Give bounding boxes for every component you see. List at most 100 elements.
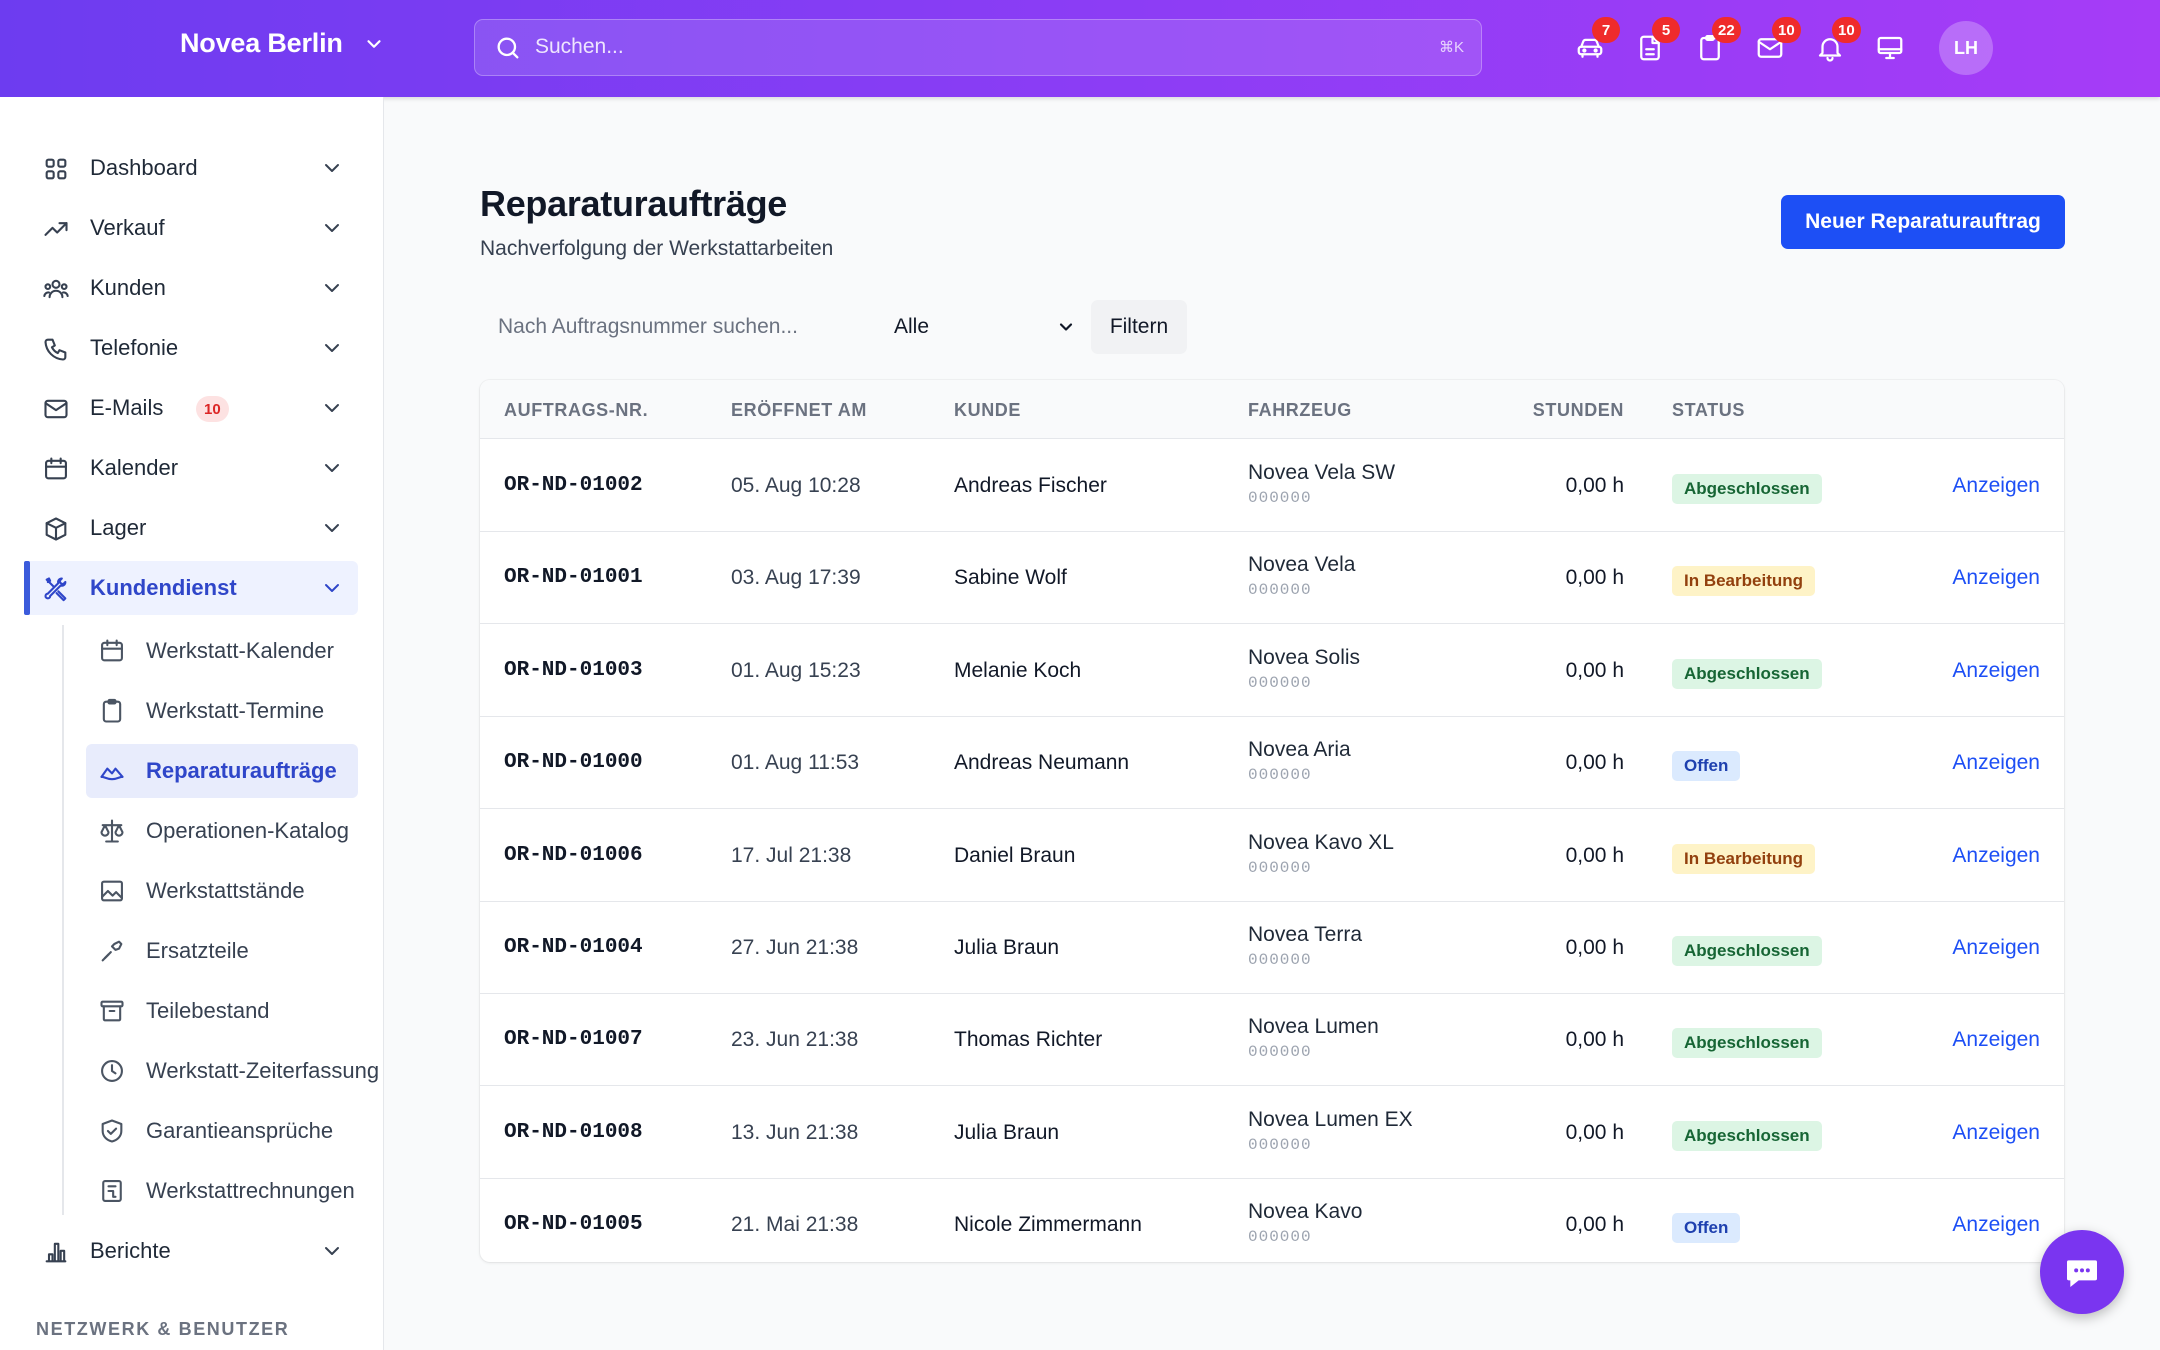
sidebar-subitem-ersatzteile[interactable]: Ersatzteile [86,924,358,978]
sidebar-subitem-label: Werkstatt-Zeiterfassung [146,1058,380,1083]
sidebar-subitem-label: Ersatzteile [146,938,249,963]
scale-icon [98,817,126,845]
car-repair-icon [98,757,126,785]
chevron-down-icon [325,164,339,172]
image-icon [98,877,126,905]
documents-button[interactable]: 5 [1630,17,1680,68]
sidebar-item-kalender[interactable]: Kalender [24,441,358,495]
sidebar-subitem-werkstatt-termine[interactable]: Werkstatt-Termine [86,684,358,738]
chevron-down-icon [367,39,381,48]
calendar-icon [42,455,70,483]
user-avatar[interactable]: LH [1939,21,1993,75]
customer-name: Thomas Richter [954,1028,1103,1052]
view-link[interactable]: Anzeigen [1952,844,2040,868]
brand-switcher[interactable]: Novea Berlin [180,28,385,59]
view-link[interactable]: Anzeigen [1952,936,2040,960]
table-row: OR-ND-01005 21. Mai 21:38 Nicole Zimmerman… [480,1179,2064,1262]
sidebar-item-label: Kundendienst [90,575,237,600]
sidebar-subitem-operationen-katalog[interactable]: Operationen-Katalog [86,804,358,858]
search-shortcut: ⌘K [1438,39,1464,56]
status-badge: Abgeschlossen [1672,1120,1822,1151]
status-filter-select[interactable]: Alle [880,300,1080,354]
sidebar-item-telefonie[interactable]: Telefonie [24,321,358,375]
sidebar-item-kundendienst[interactable]: Kundendienst [24,561,358,615]
order-number: OR-ND-01002 [504,474,643,497]
table-row: OR-ND-01001 03. Aug 17:39 Sabine Wolf Novea… [480,532,2064,625]
chevron-down-icon [325,404,339,412]
table-row: OR-ND-01007 23. Jun 21:38 Thomas Richter No… [480,994,2064,1087]
view-link[interactable]: Anzeigen [1952,751,2040,775]
sidebar-subitem-reparaturauftraege[interactable]: Reparaturaufträge [86,744,358,798]
sidebar-item-label: Verkauf [90,215,165,240]
sidebar-section-title: NETZWERK & BENUTZER [36,1319,290,1339]
sidebar-subitem-label: Werkstattstände [146,878,305,903]
receipt-icon [98,1177,126,1205]
tasks-button[interactable]: 22 [1690,17,1741,68]
search-icon [497,37,519,59]
sidebar-item-kunden[interactable]: Kunden [24,261,358,315]
vehicle-name: Novea Solis [1248,645,1361,669]
display-button[interactable] [1870,28,1910,68]
view-link[interactable]: Anzeigen [1952,659,2040,683]
opened-date: 05. Aug 10:28 [731,474,861,497]
sidebar-subitem-werkstattstaende[interactable]: Werkstattstände [86,864,358,918]
view-link[interactable]: Anzeigen [1952,1213,2040,1237]
chat-button[interactable] [2040,1230,2124,1314]
sidebar-item-dashboard[interactable]: Dashboard [24,141,358,195]
hours: 0,00 h [1565,1028,1624,1052]
bar-chart-icon [42,1238,70,1266]
vehicle-name: Novea Aria [1248,738,1351,762]
chevron-down-icon [325,524,339,532]
chevron-down-icon [325,224,339,232]
global-search[interactable]: ⌘K [474,19,1482,76]
view-link[interactable]: Anzeigen [1952,1121,2040,1145]
hours: 0,00 h [1565,1213,1624,1237]
sidebar-subitem-werkstatt-zeiterfassung[interactable]: Werkstatt-Zeiterfassung [86,1044,379,1098]
vehicle-name: Novea Lumen EX [1248,1107,1413,1131]
sidebar-item-emails[interactable]: E-Mails 10 [24,381,358,435]
customer-name: Melanie Koch [954,658,1082,682]
hours: 0,00 h [1565,936,1624,959]
sidebar-subitem-werkstattrechnungen[interactable]: Werkstattrechnungen [86,1164,358,1218]
view-link[interactable]: Anzeigen [1952,1028,2040,1052]
sidebar-subitem-teilebestand[interactable]: Teilebestand [86,984,358,1038]
vehicle-cell: Novea Vela SW 000000 [1248,461,1395,507]
new-repair-order-button[interactable]: Neuer Reparaturauftrag [1781,195,2065,249]
calendar-icon [98,637,126,665]
box-icon [42,515,70,543]
vehicle-id: 000000 [1248,951,1312,969]
sidebar-item-label: Lager [90,515,147,540]
sidebar-item-verkauf[interactable]: Verkauf [24,201,358,255]
view-link[interactable]: Anzeigen [1952,566,2040,590]
notifications-button[interactable]: 10 [1810,17,1861,68]
status-filter-value: Alle [894,315,930,338]
unread-badge: 10 [196,396,229,422]
status-badge: Offen [1672,751,1741,782]
page-title: Reparaturaufträge [480,183,787,224]
chevron-down-icon [325,464,339,472]
sidebar-subitem-werkstatt-kalender[interactable]: Werkstatt-Kalender [86,624,358,678]
customer-name: Andreas Fischer [954,474,1107,497]
repair-orders-table: AUFTRAGS-NR. ERÖFFNET AM KUNDE FAHRZEUG … [480,380,2064,1262]
vehicles-button[interactable]: 7 [1570,17,1620,68]
search-input[interactable] [535,20,1395,74]
table-row: OR-ND-01000 01. Aug 11:53 Andreas Neumann N… [480,717,2064,810]
status-badge: Abgeschlossen [1672,474,1822,504]
vehicle-name: Novea Kavo [1248,1200,1363,1224]
hours: 0,00 h [1565,1120,1624,1144]
view-link[interactable]: Anzeigen [1952,474,2040,498]
chevron-down-icon [325,344,339,352]
sidebar-item-lager[interactable]: Lager [24,501,358,555]
order-number: OR-ND-01007 [504,1028,643,1052]
sidebar-item-berichte[interactable]: Berichte [24,1224,358,1278]
vehicle-cell: Novea Terra 000000 [1248,923,1362,969]
chat-icon [2067,1260,2097,1287]
order-number-search-input[interactable] [480,300,880,354]
messages-button[interactable]: 10 [1750,17,1801,68]
sidebar-subitem-label: Werkstatt-Kalender [146,638,334,663]
filter-button[interactable]: Filtern [1091,300,1187,354]
page-subtitle: Nachverfolgung der Werkstattarbeiten [480,237,834,260]
opened-date: 17. Jul 21:38 [731,843,852,867]
sidebar: Dashboard Verkauf Kunden Telefonie E-Mai… [0,97,384,1350]
sidebar-subitem-garantieansprueche[interactable]: Garantieansprüche [86,1104,358,1158]
